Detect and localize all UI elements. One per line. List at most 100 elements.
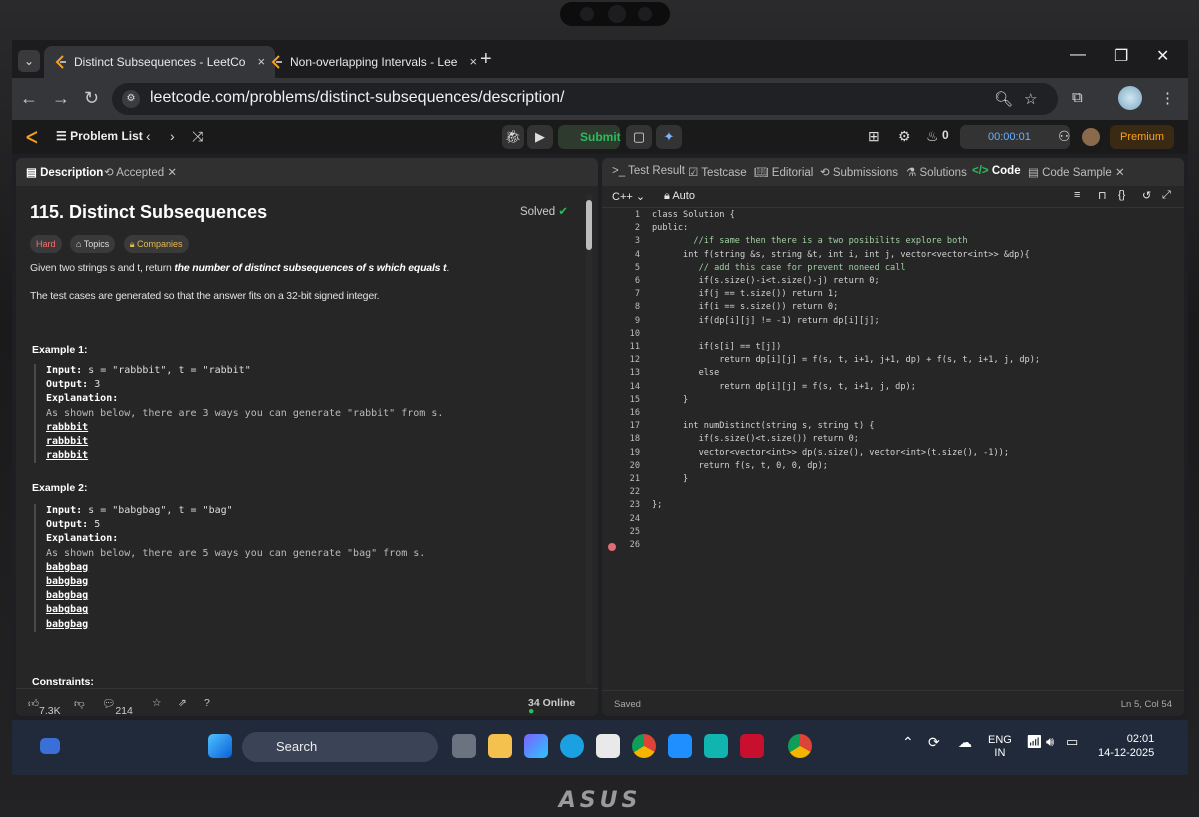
add-friend-icon[interactable]: ⚇ (1058, 128, 1071, 145)
prev-problem-icon[interactable]: ‹ (146, 128, 151, 144)
ai-assist-button[interactable]: ✦ (656, 125, 682, 149)
tab-search-button[interactable]: ⌄ (18, 50, 40, 72)
code-line[interactable]: 1 class Solution { (602, 210, 1174, 223)
close-tab-icon[interactable]: ✕ (167, 167, 177, 179)
menu-kebab-icon[interactable]: ⋮ (1160, 89, 1175, 107)
tab-code-sample[interactable]: ▤ Code Sample ✕ (1028, 165, 1125, 179)
run-button[interactable]: ▶ (527, 125, 553, 149)
sync-icon[interactable]: ⟳ (928, 734, 940, 751)
like-button[interactable]: 👍︎ 7.3K (28, 697, 61, 716)
code-line[interactable]: 21 } (602, 474, 1174, 487)
tab-testcase[interactable]: ☑ Testcase (688, 165, 747, 179)
language-indicator[interactable]: ENG IN (988, 734, 1012, 760)
chrome-active-icon[interactable] (788, 734, 812, 758)
chrome-icon[interactable] (632, 734, 656, 758)
code-line[interactable]: 20 return f(s, t, 0, 0, dp); (602, 461, 1174, 474)
code-line[interactable]: 23}; (602, 500, 1174, 513)
tab-distinct-subsequences[interactable]: Distinct Subsequences - LeetCo × (44, 46, 276, 78)
tray-chevron-icon[interactable]: ⌃ (902, 734, 914, 751)
profile-avatar[interactable] (1118, 86, 1142, 110)
code-line[interactable]: 13 else (602, 368, 1174, 381)
tab-submissions[interactable]: ⟲ Submissions (820, 165, 898, 179)
code-line[interactable]: 24 (602, 514, 1174, 527)
code-line[interactable]: 6 if(s.size()-i<t.size()-j) return 0; (602, 276, 1174, 289)
system-clock[interactable]: 02:01 14-12-2025 (1098, 732, 1154, 760)
code-line[interactable]: 7 if(j == t.size()) return 1; (602, 289, 1174, 302)
fullscreen-icon[interactable]: ⤢ (1162, 189, 1171, 202)
tab-non-overlapping-intervals[interactable]: Non-overlapping Intervals - Lee × (260, 46, 487, 78)
submit-button[interactable]: Submit (558, 125, 621, 149)
reset-icon[interactable]: ↺ (1142, 189, 1151, 202)
maximize-button[interactable]: ❐ (1114, 46, 1128, 66)
cloud-icon[interactable]: ☁ (958, 734, 972, 751)
tab-editorial[interactable]: 📖︎ Editorial (754, 165, 813, 179)
companies-tag[interactable]: 🔒︎ Companies (123, 235, 189, 253)
app-icon[interactable] (668, 734, 692, 758)
leetcode-logo-icon[interactable]: ᐸ (26, 128, 42, 147)
premium-button[interactable]: Premium (1110, 125, 1174, 149)
description-scrollbar[interactable] (586, 194, 592, 684)
extensions-icon[interactable]: ⧉ (1072, 89, 1083, 106)
code-line[interactable]: 26 (602, 540, 1174, 553)
code-line[interactable]: 8 if(i == s.size()) return 0; (602, 302, 1174, 315)
comments-button[interactable]: 💬︎ 214 (102, 697, 133, 716)
settings-gear-icon[interactable]: ⚙ (898, 128, 911, 145)
new-tab-button[interactable]: + (480, 48, 492, 71)
shuffle-icon[interactable]: ⤨ (192, 128, 203, 145)
wifi-icon[interactable]: 📶︎ (1026, 734, 1043, 750)
code-line[interactable]: 16 (602, 408, 1174, 421)
address-bar[interactable]: ⚙ leetcode.com/problems/distinct-subsequ… (112, 83, 1058, 115)
minimize-button[interactable]: — (1070, 46, 1086, 64)
volume-icon[interactable]: 🔊︎ (1046, 734, 1054, 750)
next-problem-icon[interactable]: › (170, 128, 175, 144)
language-select[interactable]: C++ ⌄ (612, 190, 645, 203)
code-line[interactable]: 19 vector<vector<int>> dp(s.size(), vect… (602, 448, 1174, 461)
code-line[interactable]: 17 int numDistinct(string s, string t) { (602, 421, 1174, 434)
notes-button[interactable]: ▢ (626, 125, 652, 149)
code-line[interactable]: 5 // add this case for prevent noneed ca… (602, 263, 1174, 276)
scrollbar-thumb[interactable] (586, 200, 592, 250)
code-editor[interactable]: 1 class Solution {2 public: 3 //if same the… (602, 210, 1174, 690)
code-line[interactable]: 18 if(s.size()<t.size()) return 0; (602, 434, 1174, 447)
format-icon[interactable]: ≡ (1074, 189, 1080, 201)
code-line[interactable]: 10 (602, 329, 1174, 342)
tab-test-result[interactable]: >_ Test Result (612, 165, 685, 177)
code-line[interactable]: 2 public: (602, 223, 1174, 236)
share-icon[interactable]: ⇗ (178, 697, 187, 709)
site-info-icon[interactable]: ⚙ (122, 90, 140, 108)
battery-icon[interactable]: ▭ (1066, 734, 1078, 750)
code-line[interactable]: 12 return dp[i][j] = f(s, t, i+1, j+1, d… (602, 355, 1174, 368)
bookmark-star-icon[interactable]: ☆ (1024, 90, 1037, 108)
widgets-icon[interactable] (40, 738, 60, 754)
braces-icon[interactable]: {} (1118, 189, 1125, 201)
task-view-icon[interactable] (452, 734, 476, 758)
layout-icon[interactable]: ⊞ (868, 128, 880, 145)
code-line[interactable]: 14 return dp[i][j] = f(s, t, i+1, j, dp)… (602, 382, 1174, 395)
code-line[interactable]: 3 //if same then there is a two posibili… (602, 236, 1174, 249)
tab-code[interactable]: </> Code (972, 165, 1021, 177)
code-line[interactable]: 9 if(dp[i][j] != -1) return dp[i][j]; (602, 316, 1174, 329)
code-line[interactable]: 25 (602, 527, 1174, 540)
file-explorer-icon[interactable] (488, 734, 512, 758)
problem-list-link[interactable]: ☰ Problem List (56, 129, 143, 143)
favorite-star-icon[interactable]: ☆ (152, 697, 161, 709)
bookmark-icon[interactable]: ⊓ (1098, 189, 1107, 202)
back-icon[interactable]: ← (20, 88, 38, 109)
forward-icon[interactable]: → (52, 88, 70, 109)
tab-description[interactable]: ▤ Description (26, 165, 103, 179)
close-tab-icon[interactable]: ✕ (1115, 167, 1125, 179)
code-line[interactable]: 4 int f(string &s, string &t, int i, int… (602, 250, 1174, 263)
reload-icon[interactable]: ↻ (84, 88, 99, 109)
tab-solutions[interactable]: ⚗ Solutions (906, 165, 967, 179)
tab-accepted[interactable]: ⟲ Accepted ✕ (104, 165, 177, 179)
user-avatar[interactable] (1082, 128, 1100, 146)
app-icon[interactable] (704, 734, 728, 758)
breakpoint-icon[interactable] (608, 543, 616, 551)
debug-button[interactable]: 🐞︎ (502, 125, 524, 149)
mcafee-icon[interactable] (740, 734, 764, 758)
taskbar-search[interactable]: Search (242, 732, 438, 762)
copilot-icon[interactable] (524, 734, 548, 758)
dislike-icon[interactable]: 👎︎ (74, 697, 85, 710)
code-line[interactable]: 11 if(s[i] == t[j]) (602, 342, 1174, 355)
topics-tag[interactable]: ⌂ Topics (69, 235, 116, 253)
